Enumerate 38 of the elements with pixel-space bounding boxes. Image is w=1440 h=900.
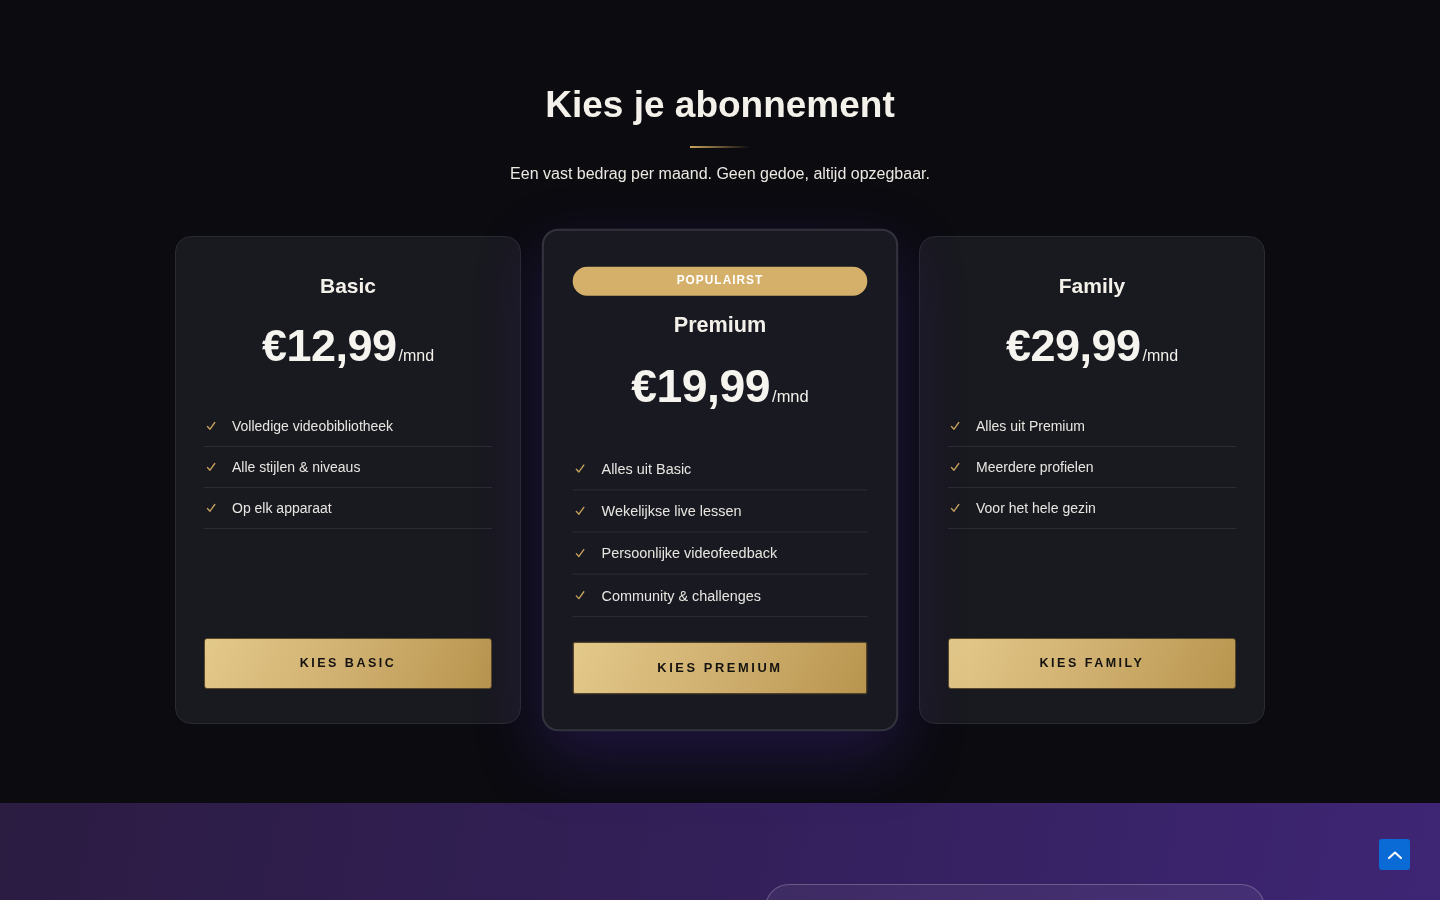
check-icon [206, 462, 216, 472]
plan-name: Basic [318, 273, 377, 299]
popular-badge: POPULAIRST [572, 266, 868, 296]
check-icon [206, 503, 216, 513]
plan-name: Family [1057, 273, 1127, 299]
feature-text: Alles uit Premium [976, 416, 1085, 436]
section-subtitle: Een vast bedrag per maand. Geen gedoe, altijd opzegbaar. [510, 164, 930, 184]
price-period: /mnd [1142, 346, 1179, 366]
choose-plan-button[interactable]: KIES FAMILY [948, 638, 1236, 689]
chevron-up-icon [1387, 850, 1402, 859]
price-period: /mnd [398, 346, 435, 366]
check-icon [950, 462, 960, 472]
feature-text: Alles uit Basic [601, 458, 692, 479]
check-icon [574, 463, 586, 474]
feature-text: Persoonlijke videofeedback [601, 543, 778, 563]
plan-name: Premium [672, 311, 768, 338]
feature-text: Wekelijkse live lessen [601, 501, 742, 521]
choose-plan-button[interactable]: KIES BASIC [204, 638, 492, 689]
price-period: /mnd [772, 386, 809, 407]
feature-text: Alle stijlen & niveaus [232, 457, 361, 477]
feature-text: Voor het hele gezin [976, 498, 1096, 518]
choose-plan-button[interactable]: KIES PREMIUM [572, 641, 868, 695]
plan-price: €12,99 [261, 319, 397, 373]
title-underline [690, 146, 750, 148]
check-icon [950, 503, 960, 513]
feature-text: Meerdere profielen [976, 457, 1094, 477]
feature-text: Community & challenges [601, 585, 762, 606]
check-icon [574, 548, 586, 559]
section-title: Kies je abonnement [545, 83, 895, 127]
check-icon [574, 590, 586, 601]
check-icon [574, 505, 586, 517]
check-icon [206, 421, 216, 431]
plan-price: €19,99 [631, 358, 770, 414]
plan-price: €29,99 [1005, 319, 1141, 373]
feature-text: Op elk apparaat [232, 498, 332, 518]
scroll-to-top-button[interactable] [1379, 839, 1410, 870]
check-icon [950, 421, 960, 431]
feature-text: Volledige videobibliotheek [232, 416, 394, 436]
